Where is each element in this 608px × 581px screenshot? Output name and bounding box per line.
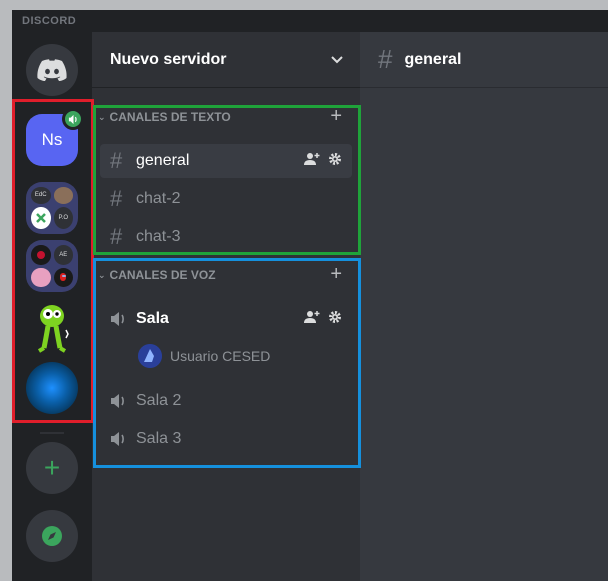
chevron-down-icon [331, 55, 343, 63]
main-area: # general [360, 32, 608, 581]
window-title: DISCORD [12, 10, 608, 32]
hash-icon: # [378, 44, 393, 74]
discord-logo-icon [37, 59, 67, 81]
add-server-label: + [43, 452, 61, 483]
rail-separator [40, 432, 64, 434]
highlight-servers [12, 99, 94, 423]
explore-button[interactable] [26, 510, 78, 562]
highlight-voice-channels [93, 258, 361, 468]
compass-icon [42, 526, 62, 546]
home-button[interactable] [26, 44, 78, 96]
channel-header: # general [360, 32, 608, 88]
add-server-button[interactable]: + [26, 442, 78, 494]
server-name: Nuevo servidor [110, 50, 227, 68]
highlight-text-channels [93, 105, 361, 255]
discord-window: DISCORD Ns EdC P.O AE + Nuevo servidor ⌄… [12, 10, 608, 581]
server-header[interactable]: Nuevo servidor [92, 32, 360, 88]
channel-title: general [404, 50, 462, 68]
